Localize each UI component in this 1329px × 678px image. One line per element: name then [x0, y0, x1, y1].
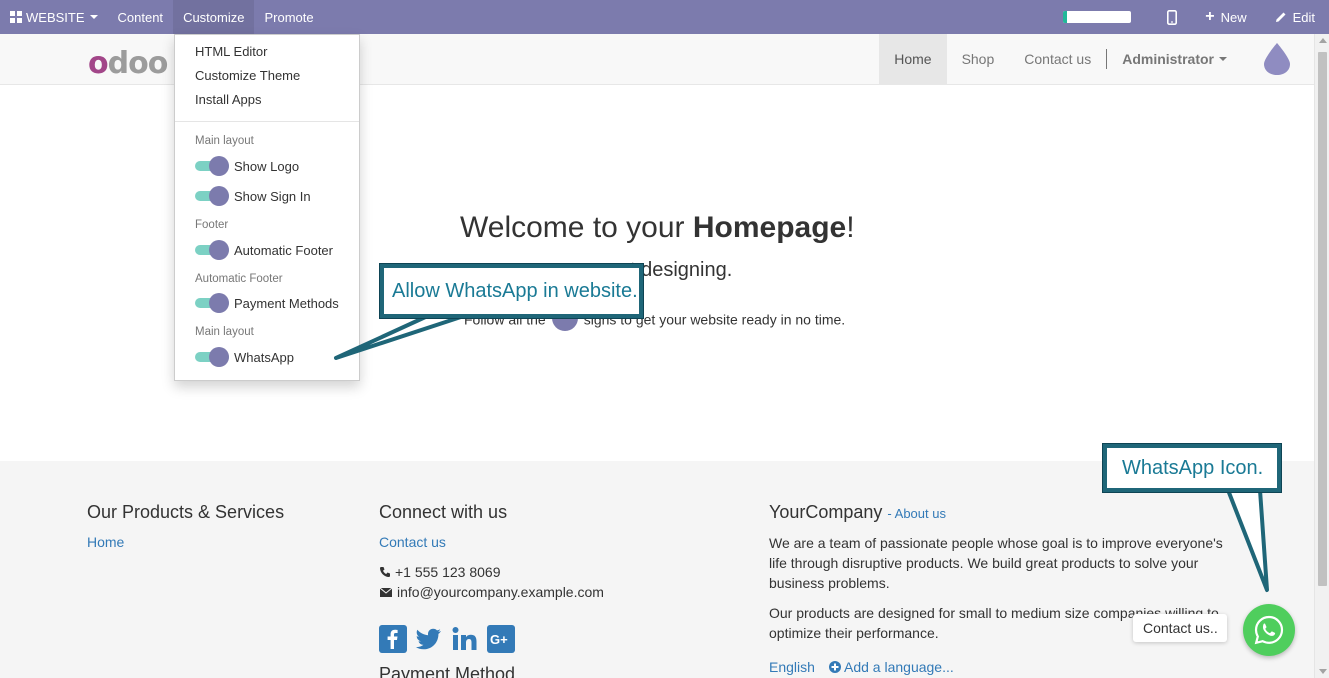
svg-text:G+: G+ — [490, 632, 508, 647]
callout-tail-whatsapp-icon — [1226, 488, 1269, 592]
google-plus-icon[interactable]: G+ — [487, 625, 515, 653]
toggle-label-automatic-footer[interactable]: Automatic Footer — [234, 243, 333, 258]
footer-link-english[interactable]: English — [769, 659, 815, 675]
toggle-label-show-logo[interactable]: Show Logo — [234, 159, 299, 174]
menu-divider — [175, 121, 359, 122]
footer-phone-text: +1 555 123 8069 — [395, 564, 501, 580]
hero-title-bold: Homepage — [692, 211, 847, 244]
menu-item-customize-theme[interactable]: Customize Theme — [195, 68, 300, 83]
section-header-main-layout: Main layout — [195, 135, 254, 147]
footer-phone: +1 555 123 8069 — [379, 564, 501, 580]
customize-menu-button[interactable]: Customize — [173, 0, 255, 34]
footer-email: info@yourcompany.example.com — [379, 584, 604, 600]
scrollbar-thumb[interactable] — [1318, 52, 1327, 586]
phone-icon — [380, 567, 390, 577]
footer-heading-payment-method: Payment Method — [379, 664, 516, 678]
callout-allow-whatsapp: Allow WhatsApp in website. — [380, 264, 643, 318]
promote-menu-button[interactable]: Promote — [254, 0, 323, 34]
toggle-automatic-footer[interactable] — [195, 240, 229, 260]
section-header-footer: Footer — [195, 219, 229, 231]
hero-subtitle: t designing. — [630, 259, 732, 282]
toggle-label-show-sign-in[interactable]: Show Sign In — [234, 189, 311, 204]
callout-tail-allow-whatsapp — [334, 312, 472, 360]
footer-add-language-text: Add a language... — [844, 659, 954, 675]
user-menu[interactable]: Administrator — [1107, 34, 1242, 84]
footer-link-contact-us[interactable]: Contact us — [379, 534, 446, 550]
whatsapp-icon — [1254, 615, 1284, 645]
mobile-preview-button[interactable] — [1153, 0, 1191, 34]
facebook-icon[interactable] — [379, 625, 407, 653]
footer-heading-products: Our Products & Services — [87, 502, 285, 522]
plus-circle-icon — [829, 661, 841, 673]
footer-link-add-language[interactable]: Add a language... — [829, 659, 954, 675]
envelope-icon — [379, 587, 393, 597]
edit-button[interactable]: Edit — [1261, 0, 1329, 34]
editor-top-bar: WEBSITE Content Customize Promote + New … — [0, 0, 1329, 34]
toggle-payment-methods[interactable] — [195, 293, 229, 313]
section-header-main-layout-2: Main layout — [195, 326, 254, 338]
edit-label: Edit — [1292, 9, 1315, 25]
whatsapp-button[interactable] — [1243, 604, 1295, 656]
toggle-show-sign-in[interactable] — [195, 186, 229, 206]
nav-item-home[interactable]: Home — [879, 34, 947, 84]
caret-down-icon — [89, 15, 98, 19]
pencil-icon — [1275, 12, 1286, 22]
footer-link-about-us[interactable]: - About us — [887, 506, 946, 521]
footer-email-text: info@yourcompany.example.com — [397, 584, 604, 600]
toggle-show-logo[interactable] — [195, 156, 229, 176]
social-links: G+ — [379, 625, 515, 653]
menu-item-install-apps[interactable]: Install Apps — [195, 92, 262, 107]
footer-link-home[interactable]: Home — [87, 534, 124, 550]
mobile-icon — [1167, 9, 1178, 25]
new-label: New — [1220, 9, 1247, 25]
hero-title-prefix: Welcome to your — [460, 211, 693, 244]
website-menu-label: WEBSITE — [26, 9, 85, 25]
toggle-label-payment-methods[interactable]: Payment Methods — [234, 296, 339, 311]
user-name: Administrator — [1122, 51, 1214, 67]
nav-item-contact-us[interactable]: Contact us — [1009, 34, 1106, 84]
page-scrollbar[interactable] — [1314, 34, 1329, 678]
whatsapp-bubble[interactable]: Contact us.. — [1133, 614, 1227, 642]
content-menu-button[interactable]: Content — [108, 0, 174, 34]
callout-whatsapp-icon: WhatsApp Icon. — [1103, 444, 1281, 492]
twitter-icon[interactable] — [415, 625, 443, 653]
footer-company-name: YourCompany — [769, 502, 883, 522]
hero-subtitle-text: t designing. — [630, 259, 733, 281]
footer-heading-company: YourCompany - About us — [769, 502, 946, 523]
caret-down-icon — [1219, 57, 1227, 61]
hero-title: Welcome to your Homepage! — [460, 211, 855, 245]
progress-bar — [1063, 11, 1132, 23]
plus-icon: + — [1205, 8, 1215, 25]
website-menu-button[interactable]: WEBSITE — [0, 0, 108, 34]
nav-item-shop[interactable]: Shop — [947, 34, 1010, 84]
footer-about-para-1: We are a team of passionate people whose… — [769, 535, 1223, 591]
odoo-logo[interactable]: odoo — [88, 46, 168, 81]
section-header-automatic-footer: Automatic Footer — [195, 273, 283, 285]
progress-fill — [1063, 11, 1067, 23]
drop-icon[interactable] — [1262, 42, 1292, 76]
toggle-label-whatsapp[interactable]: WhatsApp — [234, 350, 294, 365]
new-content-button[interactable]: + New — [1191, 0, 1260, 34]
menu-item-html-editor[interactable]: HTML Editor — [195, 44, 267, 59]
toggle-whatsapp[interactable] — [195, 347, 229, 367]
linkedin-icon[interactable] — [451, 625, 479, 653]
scroll-up-arrow-icon[interactable] — [1319, 38, 1327, 43]
scroll-down-arrow-icon[interactable] — [1319, 669, 1327, 674]
main-nav: Home Shop Contact us Administrator — [879, 34, 1314, 84]
apps-grid-icon — [10, 11, 22, 23]
hero-title-suffix: ! — [846, 211, 855, 244]
footer: Our Products & Services Home Connect wit… — [0, 461, 1314, 678]
footer-heading-connect: Connect with us — [379, 502, 508, 522]
